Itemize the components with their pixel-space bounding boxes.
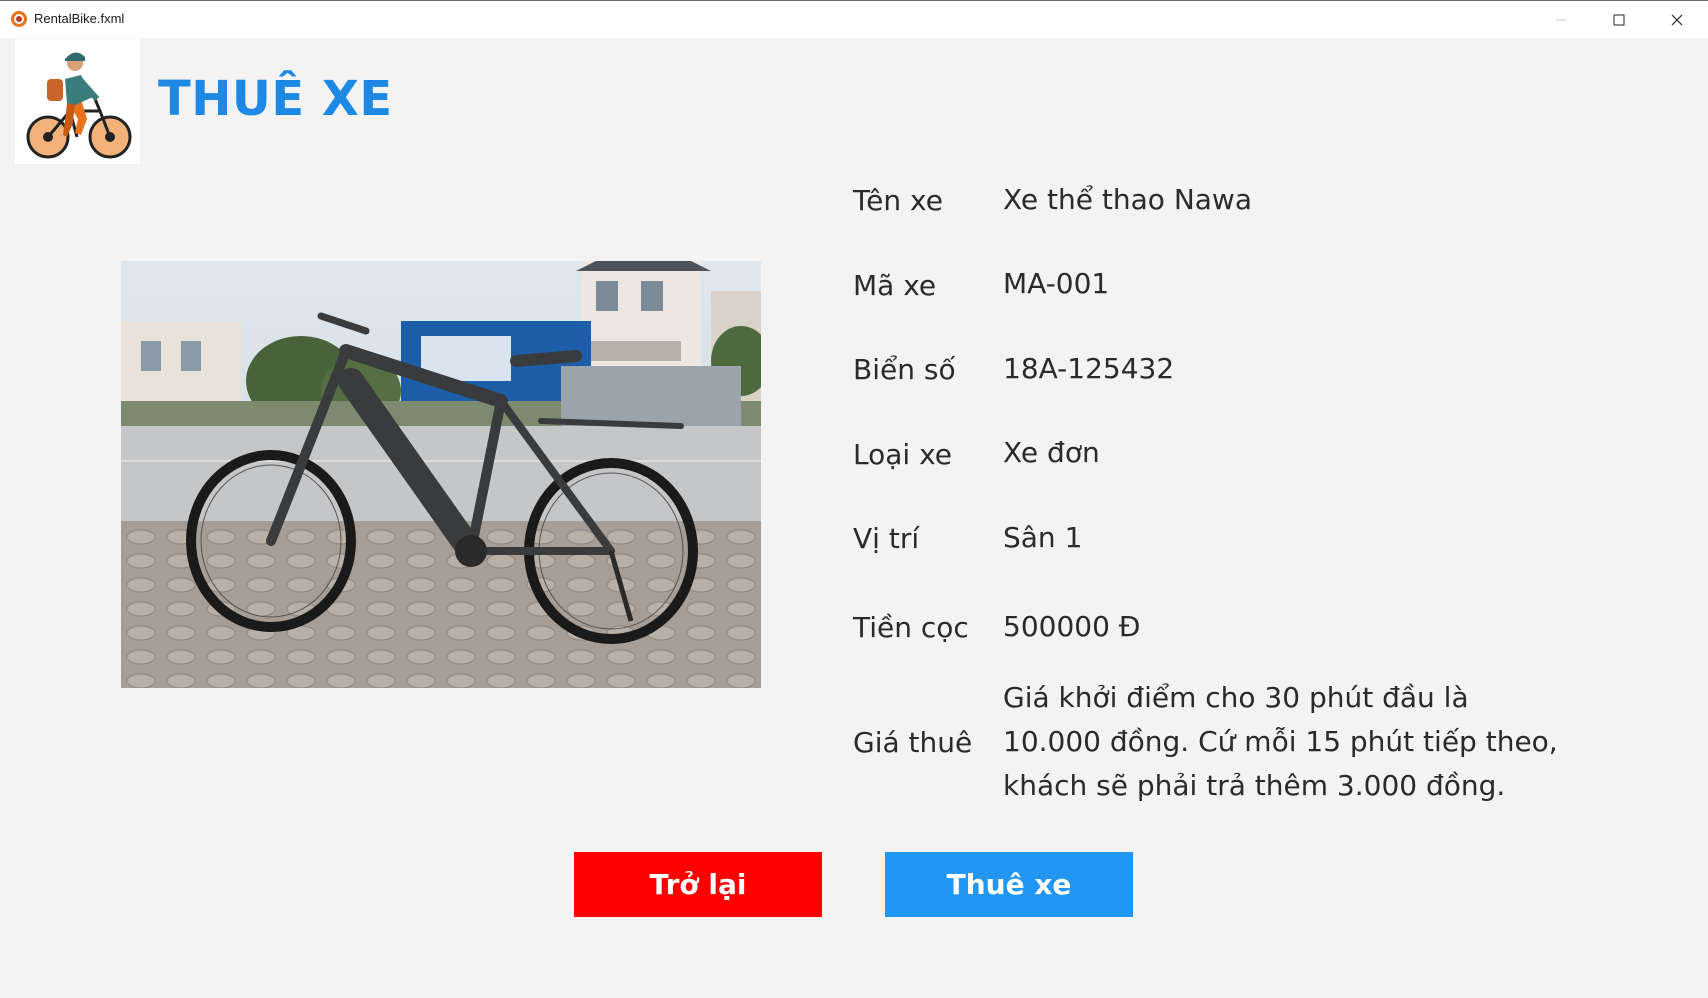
detail-value-name: Xe thể thao Nawa <box>1003 183 1252 216</box>
detail-label-name: Tên xe <box>853 184 943 217</box>
detail-label-price: Giá thuê <box>853 726 973 759</box>
detail-value-type: Xe đơn <box>1003 436 1100 469</box>
minimize-icon <box>1556 19 1566 20</box>
window-title: RentalBike.fxml <box>34 11 125 26</box>
back-button[interactable]: Trở lại <box>574 852 822 917</box>
minimize-button[interactable] <box>1532 1 1590 38</box>
maximize-button[interactable] <box>1590 1 1648 38</box>
close-icon <box>1671 14 1683 25</box>
bike-photo <box>121 261 761 688</box>
detail-label-code: Mã xe <box>853 269 937 302</box>
close-button[interactable] <box>1648 1 1706 38</box>
title-bar[interactable]: RentalBike.fxml <box>0 1 1708 38</box>
cyclist-logo-icon <box>26 52 132 159</box>
detail-value-plate: 18A-125432 <box>1003 352 1175 385</box>
detail-label-location: Vị trí <box>853 522 920 555</box>
detail-label-type: Loại xe <box>853 438 953 471</box>
app-icon <box>11 11 27 27</box>
maximize-icon <box>1613 14 1625 25</box>
page-title: THUÊ XE <box>158 71 393 127</box>
rent-button[interactable]: Thuê xe <box>885 852 1133 917</box>
detail-value-location: Sân 1 <box>1003 521 1083 554</box>
detail-value-code: MA-001 <box>1003 267 1110 300</box>
detail-label-deposit: Tiền cọc <box>853 611 969 644</box>
detail-value-deposit: 500000 Đ <box>1003 610 1141 643</box>
cyclist-logo <box>15 39 140 164</box>
detail-value-price: Giá khởi điểm cho 30 phút đầu là 10.000 … <box>1003 681 1558 802</box>
app-window: RentalBike.fxml THUÊ XE Tên xe Xe thể th… <box>0 0 1708 998</box>
detail-label-plate: Biển số <box>853 353 956 386</box>
